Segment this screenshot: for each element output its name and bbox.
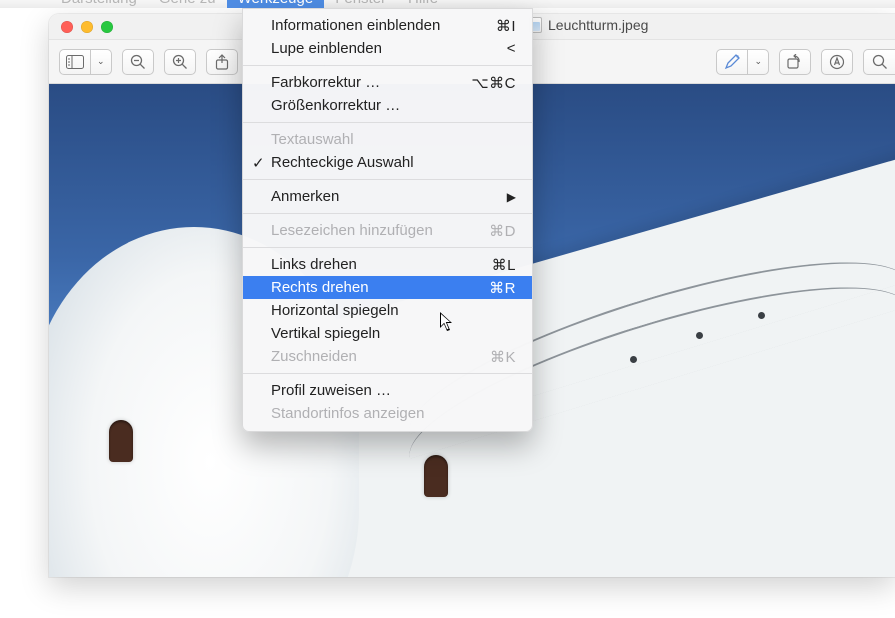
zoom-icon[interactable] [101, 21, 113, 33]
marker-icon [829, 54, 845, 70]
close-icon[interactable] [61, 21, 73, 33]
checkmark-icon: ✓ [252, 154, 265, 172]
menu-item-label: Rechteckige Auswahl [271, 154, 414, 171]
menu-item-label: Größenkorrektur … [271, 97, 400, 114]
menu-item-label: Textauswahl [271, 131, 354, 148]
magnifier-minus-icon [130, 54, 146, 70]
werkzeuge-menu[interactable]: Informationen einblenden ⌘I Lupe einblende… [242, 8, 533, 432]
menu-item[interactable]: Links drehen ⌘L [243, 253, 532, 276]
menu-item-label: Lupe einblenden [271, 40, 382, 57]
menu-item-label: Rechts drehen [271, 279, 369, 296]
zoom-out-button[interactable] [122, 49, 154, 75]
menu-item: Textauswahl [243, 128, 532, 151]
menu-item-label: Profil zuweisen … [271, 382, 391, 399]
menu-item[interactable]: Vertikal spiegeln [243, 322, 532, 345]
rotate-icon [787, 54, 804, 69]
chevron-down-icon: ⌄ [754, 56, 762, 67]
menu-item-shortcut: ⌘L [492, 256, 516, 274]
menubar-item-fenster[interactable]: Fenster [324, 0, 397, 8]
menu-item: Standortinfos anzeigen [243, 402, 532, 425]
menu-item-label: Zuschneiden [271, 348, 357, 365]
image-content-window [109, 420, 133, 462]
menu-item[interactable]: Farbkorrektur … ⌥⌘C [243, 71, 532, 94]
menu-item[interactable]: Rechts drehen ⌘R [243, 276, 532, 299]
image-content-window [424, 455, 448, 497]
rotate-button[interactable] [779, 49, 811, 75]
pencil-icon [724, 54, 740, 70]
menu-item-shortcut: ⌘I [496, 17, 516, 35]
filename-label: Leuchtturm.jpeg [548, 17, 648, 33]
magnifier-plus-icon [172, 54, 188, 70]
menu-item-label: Horizontal spiegeln [271, 302, 399, 319]
sidebar-icon [66, 55, 84, 69]
markup-button[interactable] [716, 49, 748, 75]
menu-item-label: Vertikal spiegeln [271, 325, 380, 342]
zoom-in-button[interactable] [164, 49, 196, 75]
menu-item-label: Links drehen [271, 256, 357, 273]
annotate-button[interactable] [821, 49, 853, 75]
submenu-arrow-icon: ▶ [507, 190, 516, 204]
menu-item-shortcut: < [507, 40, 516, 57]
menu-item: Zuschneiden ⌘K [243, 345, 532, 368]
menu-item[interactable]: ✓ Rechteckige Auswahl [243, 151, 532, 174]
menu-item[interactable]: Lupe einblenden < [243, 37, 532, 60]
window-title: Leuchtturm.jpeg [529, 17, 648, 33]
menubar-item-werkzeuge[interactable]: Werkzeuge [227, 0, 325, 8]
search-button[interactable] [863, 49, 895, 75]
menu-item-label: Farbkorrektur … [271, 74, 380, 91]
minimize-icon[interactable] [81, 21, 93, 33]
menu-item[interactable]: Größenkorrektur … [243, 94, 532, 117]
chevron-down-icon: ⌄ [97, 56, 105, 67]
menubar-item-hilfe[interactable]: Hilfe [397, 0, 449, 8]
menu-item-shortcut: ⌥⌘C [471, 74, 516, 92]
system-menubar: Darstellung Gehe zu Werkzeuge Fenster Hi… [0, 0, 895, 8]
menu-item-label: Lesezeichen hinzufügen [271, 222, 433, 239]
markup-dropdown-button[interactable]: ⌄ [748, 49, 769, 75]
mouse-cursor-icon [440, 312, 456, 334]
share-icon [215, 54, 229, 70]
menu-item-shortcut: ⌘R [489, 279, 516, 297]
menu-item-label: Informationen einblenden [271, 17, 440, 34]
menu-item-shortcut: ⌘K [490, 348, 516, 366]
menu-item[interactable]: Profil zuweisen … [243, 379, 532, 402]
menu-item-shortcut: ⌘D [489, 222, 516, 240]
menubar-item-darstellung[interactable]: Darstellung [50, 0, 148, 8]
menu-item[interactable]: Horizontal spiegeln [243, 299, 532, 322]
menu-item[interactable]: Informationen einblenden ⌘I [243, 14, 532, 37]
menu-item[interactable]: Anmerken ▶ [243, 185, 532, 208]
menu-item-label: Anmerken [271, 188, 339, 205]
menu-item: Lesezeichen hinzufügen ⌘D [243, 219, 532, 242]
menu-item-label: Standortinfos anzeigen [271, 405, 424, 422]
menubar-item-geheZu[interactable]: Gehe zu [148, 0, 227, 8]
sidebar-dropdown-button[interactable]: ⌄ [91, 49, 112, 75]
search-icon [872, 54, 888, 70]
share-button[interactable] [206, 49, 238, 75]
sidebar-button[interactable] [59, 49, 91, 75]
